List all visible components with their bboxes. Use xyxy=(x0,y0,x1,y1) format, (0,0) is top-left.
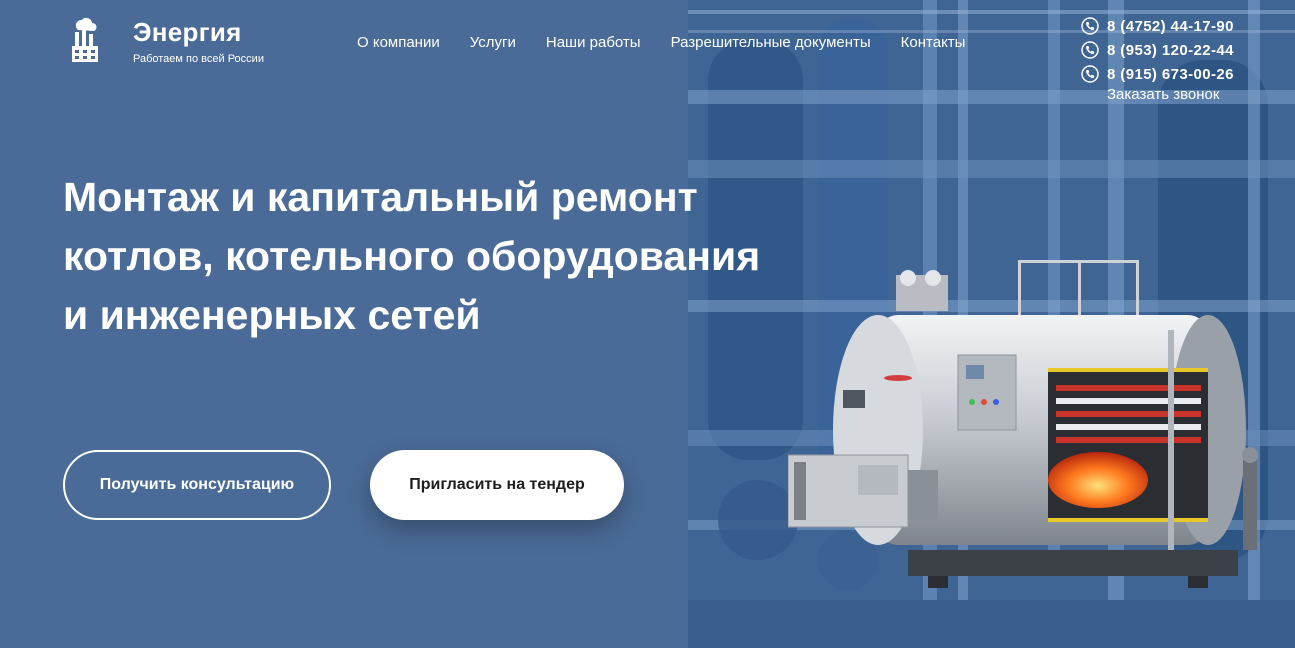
headline-line: Монтаж и капитальный ремонт xyxy=(63,174,698,220)
headline-line: и инженерных сетей xyxy=(63,292,481,338)
phone-icon xyxy=(1081,17,1099,35)
brand-tagline: Работаем по всей России xyxy=(133,53,264,65)
nav-item-portfolio[interactable]: Наши работы xyxy=(546,34,641,51)
phone-row[interactable]: 8 (4752) 44-17-90 xyxy=(1081,14,1234,38)
hero-section: Энергия Работаем по всей России О компан… xyxy=(0,0,1295,648)
main-nav: О компании Услуги Наши работы Разрешител… xyxy=(357,34,995,51)
phone-list: 8 (4752) 44-17-90 8 (953) 120-22-44 8 (9… xyxy=(1081,14,1234,86)
phone-icon xyxy=(1081,41,1099,59)
nav-item-about[interactable]: О компании xyxy=(357,34,440,51)
phone-number[interactable]: 8 (4752) 44-17-90 xyxy=(1107,18,1234,35)
nav-item-contacts[interactable]: Контакты xyxy=(901,34,966,51)
brand-name[interactable]: Энергия xyxy=(133,17,242,48)
phone-row[interactable]: 8 (915) 673-00-26 xyxy=(1081,62,1234,86)
phone-row[interactable]: 8 (953) 120-22-44 xyxy=(1081,38,1234,62)
nav-item-permits[interactable]: Разрешительные документы xyxy=(671,34,871,51)
get-consultation-button[interactable]: Получить консультацию xyxy=(63,450,331,520)
nav-item-services[interactable]: Услуги xyxy=(470,34,516,51)
phone-number[interactable]: 8 (915) 673-00-26 xyxy=(1107,66,1234,83)
callback-link[interactable]: Заказать звонок xyxy=(1107,86,1219,103)
industrial-boiler-image xyxy=(788,260,1258,588)
factory-icon[interactable] xyxy=(70,16,100,64)
headline-line: котлов, котельного оборудования xyxy=(63,233,761,279)
phone-icon xyxy=(1081,65,1099,83)
phone-number[interactable]: 8 (953) 120-22-44 xyxy=(1107,42,1234,59)
invite-to-tender-button[interactable]: Пригласить на тендер xyxy=(370,450,624,520)
hero-headline: Монтаж и капитальный ремонт котлов, коте… xyxy=(63,168,823,345)
